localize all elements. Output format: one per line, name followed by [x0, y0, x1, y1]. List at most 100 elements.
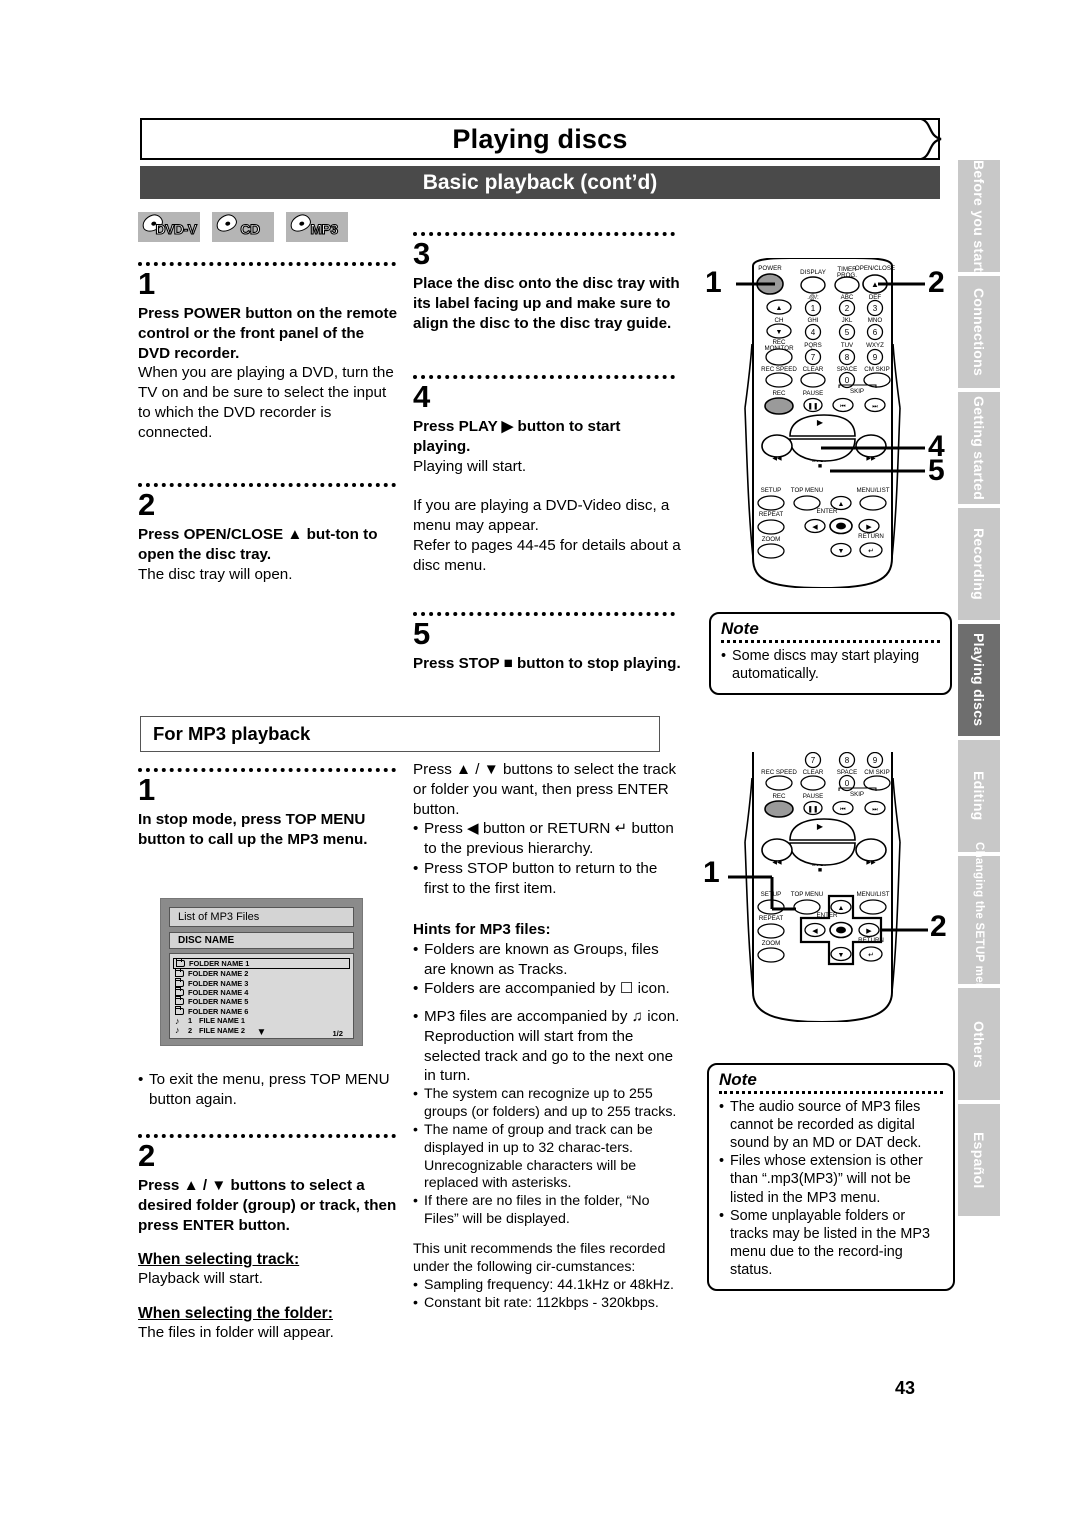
mp3-exit-bullet: To exit the menu, press TOP MENU button …	[138, 1070, 400, 1110]
file-name: FILE NAME 1	[199, 1016, 245, 1026]
folder-name: FOLDER NAME 6	[188, 1006, 249, 1016]
tab-others[interactable]: Others	[958, 988, 1000, 1100]
mp3-exit-note: To exit the menu, press TOP MENU button …	[138, 1070, 400, 1110]
tab-label: Editing	[971, 771, 987, 821]
tab-label: Español	[971, 1131, 987, 1189]
when-selecting-folder-title: When selecting the folder:	[138, 1305, 333, 1322]
step-1-number: 1	[138, 266, 156, 301]
mp3-screen-file-list: FOLDER NAME 1 FOLDER NAME 2 FOLDER NAME …	[169, 953, 354, 1039]
callout-1-top: 1	[705, 266, 722, 299]
tab-label: Getting started	[971, 395, 987, 501]
step-5-heading: Press STOP ■ button to stop playing.	[413, 655, 681, 672]
hints-bullet: The name of group and track can be displ…	[413, 1122, 681, 1194]
step-3-number: 3	[413, 236, 431, 271]
mp3-hints-block: Hints for MP3 files: Folders are known a…	[413, 920, 681, 1313]
folder-name: FOLDER NAME 1	[189, 959, 250, 968]
hints-bullet: Folders are accompanied by ☐ icon.	[413, 979, 681, 999]
mp3-screen-title: List of MP3 Files	[169, 907, 354, 927]
callout-1-bottom: 1	[703, 856, 720, 889]
step-3-heading: Place the disc onto the disc tray with i…	[413, 275, 680, 332]
step-4-number: 4	[413, 379, 431, 414]
list-item: FOLDER NAME 2	[173, 968, 350, 978]
remote-bottom-callout-lines	[728, 875, 928, 932]
hints-closing-bullet: Sampling frequency: 44.1kHz or 48kHz.	[413, 1277, 681, 1295]
chevron-down-icon: ▼	[256, 1027, 267, 1038]
when-selecting-track-body: Playback will start.	[138, 1270, 263, 1288]
step-1-body: When you are playing a DVD, turn the TV …	[138, 364, 394, 441]
mp3-screen-page-indicator: 1/2	[332, 1029, 343, 1038]
mp3-menu-screen-illustration: List of MP3 Files DISC NAME FOLDER NAME …	[160, 898, 363, 1046]
music-note-icon: ♪	[175, 1015, 180, 1026]
mp3-step-1-heading: In stop mode, press TOP MENU button to c…	[138, 811, 368, 848]
folder-name: FOLDER NAME 5	[188, 997, 249, 1007]
hints-title: Hints for MP3 files:	[413, 921, 551, 938]
mp3-screen-disc-name: DISC NAME	[169, 932, 354, 949]
note-dotted-divider	[719, 1090, 943, 1094]
tab-playing-discs[interactable]: Playing discs	[958, 624, 1000, 736]
cd-badge: CD	[212, 212, 274, 242]
list-item: FOLDER NAME 3	[173, 977, 350, 988]
manual-page: Playing discs Basic playback (cont’d) DV…	[0, 0, 1080, 1528]
folder-icon	[174, 968, 184, 978]
tab-before-you-start[interactable]: Before you start	[958, 160, 1000, 272]
step-divider	[138, 1134, 396, 1138]
mp3-step-2-heading: Press ▲ / ▼ buttons to select a desired …	[138, 1177, 397, 1234]
tab-recording[interactable]: Recording	[958, 508, 1000, 620]
tab-label: Recording	[971, 528, 987, 600]
callout-2-bottom: 2	[930, 910, 947, 943]
note-title: Note	[721, 619, 759, 638]
page-number: 43	[895, 1378, 916, 1398]
tab-label: Others	[971, 1020, 987, 1068]
when-selecting-folder-body: The files in folder will appear.	[138, 1324, 334, 1341]
cd-badge-label: CD	[240, 220, 261, 237]
tab-label: Before you start	[971, 159, 987, 273]
folder-name: FOLDER NAME 3	[188, 978, 249, 988]
tab-changing-the-setup-menu[interactable]: Changing the SETUP menu	[958, 842, 1000, 998]
step-2-body: The disc tray will open.	[138, 565, 293, 583]
folder-icon	[174, 977, 184, 987]
hints-bullet: If there are no files in the folder, “No…	[413, 1193, 681, 1229]
tab-connections[interactable]: Connections	[958, 276, 1000, 388]
step-1-heading: Press POWER button on the remote control…	[138, 305, 398, 362]
step-5-block: 5 Press STOP ■ button to stop playing.	[413, 612, 681, 674]
step-2-heading: Press OPEN/CLOSE ▲ but-ton to open the d…	[138, 526, 378, 563]
mp3-step-2-block: 2 Press ▲ / ▼ buttons to select a desire…	[138, 1134, 400, 1343]
mp3-step-2-number: 2	[138, 1138, 156, 1173]
step-divider	[138, 768, 396, 772]
hints-bullet: Folders are known as Groups, files are k…	[413, 940, 681, 980]
chapter-tabs-sidebar: Before you start Connections Getting sta…	[958, 160, 1000, 1220]
step-divider	[413, 612, 675, 616]
hints-closing-bullet: Constant bit rate: 112kbps - 320kbps.	[413, 1295, 681, 1313]
track-index: 1	[188, 1016, 193, 1026]
hints-bullet: The system can recognize up to 255 group…	[413, 1086, 681, 1122]
step-divider	[138, 262, 396, 266]
disc-type-badges: DVD-V CD MP3	[138, 212, 348, 242]
when-selecting-track-title: When selecting track:	[138, 1251, 300, 1269]
folder-icon	[174, 1005, 184, 1015]
note-item: Files whose extension is other than “.mp…	[719, 1152, 943, 1206]
section-header-bar: Basic playback (cont’d)	[140, 166, 940, 199]
section-title: Basic playback (cont’d)	[422, 170, 658, 194]
step-divider	[413, 232, 675, 236]
step-2-number: 2	[138, 487, 156, 522]
callout-5-top: 5	[928, 454, 945, 487]
mp3-playback-section-box: For MP3 playback	[140, 716, 660, 752]
note-box-bottom: Note The audio source of MP3 files canno…	[707, 1063, 955, 1292]
note-dotted-divider	[721, 639, 940, 643]
disc-icon	[214, 212, 239, 234]
hints-closing-paragraph: This unit recommends the files recorded …	[413, 1241, 666, 1276]
mp3-nav-bullet: Press STOP button to return to the first…	[413, 859, 681, 899]
mp3-nav-bullet: Press ◀ button or RETURN ↵ button to the…	[413, 819, 681, 859]
page-title-banner: Playing discs	[140, 118, 940, 160]
step-5-number: 5	[413, 616, 431, 651]
note-item: The audio source of MP3 files cannot be …	[719, 1098, 943, 1152]
list-item: FOLDER NAME 4	[173, 986, 350, 997]
note-title: Note	[719, 1070, 757, 1089]
tab-espanol[interactable]: Español	[958, 1104, 1000, 1216]
mp3-playback-section-title: For MP3 playback	[153, 723, 311, 744]
step-2-block: 2 Press OPEN/CLOSE ▲ but-ton to open the…	[138, 483, 400, 584]
dvd-v-badge-label: DVD-V	[155, 220, 198, 237]
note-item: Some unplayable folders or tracks may be…	[719, 1207, 943, 1280]
tab-getting-started[interactable]: Getting started	[958, 392, 1000, 504]
tab-editing[interactable]: Editing	[958, 740, 1000, 852]
